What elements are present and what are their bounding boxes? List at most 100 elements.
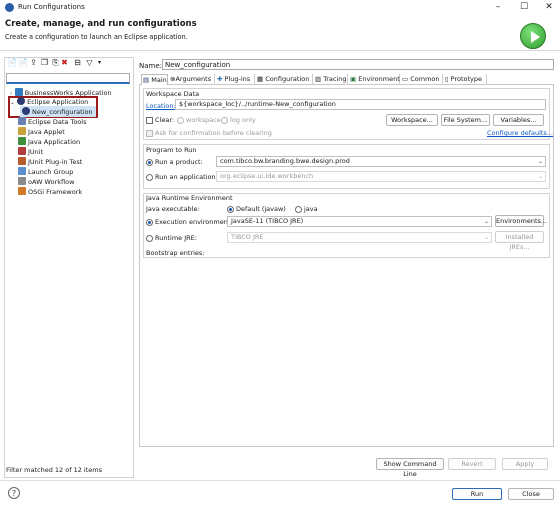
environment-icon: ▣ bbox=[350, 75, 357, 83]
tree-item-junit-plugin-test[interactable]: JUnit Plug-in Test bbox=[18, 157, 82, 167]
bw-icon bbox=[14, 88, 23, 96]
duplicate-icon[interactable]: ❐ bbox=[40, 58, 49, 68]
clear-checkbox[interactable] bbox=[146, 117, 153, 124]
filter-input[interactable] bbox=[6, 73, 130, 84]
configuration-icon: ▦ bbox=[257, 75, 264, 83]
tree-item-java-application[interactable]: Java Application bbox=[18, 137, 80, 147]
run-button[interactable]: Run bbox=[452, 488, 502, 500]
file-system-button[interactable]: File System... bbox=[441, 114, 490, 126]
tab-configuration[interactable]: ▦ Configuration bbox=[256, 74, 313, 85]
tab-common[interactable]: ▭ Common bbox=[401, 74, 443, 85]
location-field[interactable]: ${workspace_loc}/../runtime-New_configur… bbox=[175, 99, 546, 110]
link-prototype-icon[interactable]: ⎘ bbox=[51, 58, 60, 68]
new-config-icon[interactable]: 📄 bbox=[7, 58, 17, 68]
run-application-radio[interactable] bbox=[146, 174, 153, 181]
tab-plugins[interactable]: ✚ Plug-ins bbox=[216, 74, 255, 85]
execution-env-label: Execution environment: bbox=[155, 218, 233, 226]
osgi-icon bbox=[18, 187, 26, 195]
common-icon: ▭ bbox=[402, 75, 409, 83]
java-executable-label: Java executable: bbox=[146, 205, 200, 213]
collapse-all-icon[interactable]: ⊟ bbox=[73, 58, 82, 68]
workspace-radio-label: workspace bbox=[186, 116, 221, 124]
runtime-jre-radio[interactable] bbox=[146, 235, 153, 242]
java-label: java bbox=[304, 205, 318, 213]
oaw-icon bbox=[18, 177, 26, 185]
new-prototype-icon[interactable]: 📄 bbox=[18, 58, 28, 68]
collapse-icon[interactable]: ⌄ bbox=[10, 99, 15, 106]
delete-icon[interactable]: ✖ bbox=[60, 58, 69, 68]
log-only-radio[interactable] bbox=[221, 117, 228, 124]
tree-item-eclipse-data-tools[interactable]: Eclipse Data Tools bbox=[18, 117, 86, 127]
tree-item-osgi-framework[interactable]: OSGi Framework bbox=[18, 187, 82, 197]
tree-item-launch-group[interactable]: Launch Group bbox=[18, 167, 73, 177]
name-label: Name: bbox=[139, 62, 163, 70]
prototype-icon: ▯ bbox=[445, 75, 449, 83]
log-only-label: log only bbox=[230, 116, 256, 124]
runtime-jre-dropdown-icon[interactable]: ⌄ bbox=[484, 234, 489, 241]
tab-main[interactable]: ▤ Main bbox=[141, 74, 168, 85]
tab-tracing[interactable]: ▥ Tracing bbox=[314, 74, 348, 85]
revert-button[interactable]: Revert bbox=[448, 458, 496, 470]
tree-item-junit[interactable]: JUnit bbox=[18, 147, 43, 157]
expand-icon[interactable]: › bbox=[10, 89, 13, 97]
maximize-button[interactable]: ☐ bbox=[513, 1, 535, 13]
ask-confirmation-label: Ask for confirmation before clearing bbox=[155, 129, 272, 137]
environments-button[interactable]: Environments... bbox=[495, 215, 547, 227]
tab-environment[interactable]: ▣ Environment bbox=[349, 74, 400, 85]
eclipse-icon bbox=[22, 107, 30, 115]
apply-button[interactable]: Apply bbox=[502, 458, 548, 470]
application-dropdown-icon[interactable]: ⌄ bbox=[538, 173, 543, 180]
tree-item-eclipse-application[interactable]: ⌄ Eclipse Application bbox=[10, 97, 88, 107]
export-icon[interactable]: ⇪ bbox=[29, 58, 38, 68]
tab-arguments[interactable]: ⊗Arguments bbox=[169, 74, 215, 85]
execution-env-select[interactable]: JavaSE-11 (TIBCO JRE) bbox=[227, 216, 492, 227]
program-group-title: Program to Run bbox=[146, 146, 197, 154]
run-product-radio[interactable] bbox=[146, 159, 153, 166]
variables-button[interactable]: Variables... bbox=[493, 114, 544, 126]
installed-jres-button[interactable]: Installed JREs... bbox=[495, 231, 544, 251]
jre-group-title: Java Runtime Environment bbox=[146, 194, 233, 202]
filter-icon[interactable]: ▽ bbox=[85, 58, 94, 68]
runtime-jre-select[interactable]: TIBCO JRE bbox=[227, 232, 492, 243]
tracing-icon: ▥ bbox=[315, 75, 322, 83]
junit-icon bbox=[18, 147, 26, 155]
applet-icon bbox=[18, 127, 26, 135]
tree-item-oaw-workflow[interactable]: oAW Workflow bbox=[18, 177, 74, 187]
workspace-group-title: Workspace Data bbox=[146, 90, 200, 98]
show-command-line-button[interactable]: Show Command Line bbox=[376, 458, 444, 478]
window-title: Run Configurations bbox=[18, 3, 85, 11]
plugins-icon: ✚ bbox=[217, 75, 223, 83]
application-select[interactable]: org.eclipse.ui.ide.workbench bbox=[216, 171, 546, 182]
clear-label: Clear: bbox=[155, 116, 175, 124]
location-link[interactable]: Location: bbox=[146, 102, 176, 110]
default-javaw-radio[interactable] bbox=[227, 206, 234, 213]
execution-env-radio[interactable] bbox=[146, 219, 153, 226]
tree-item-java-applet[interactable]: Java Applet bbox=[18, 127, 65, 137]
workspace-button[interactable]: Workspace... bbox=[386, 114, 438, 126]
dialog-subtitle: Create a configuration to launch an Ecli… bbox=[5, 33, 188, 41]
junit-plugin-icon bbox=[18, 157, 26, 165]
name-input[interactable]: New_configuration bbox=[162, 59, 554, 70]
launch-group-icon bbox=[18, 167, 26, 175]
run-banner-icon bbox=[520, 23, 546, 49]
tab-prototype[interactable]: ▯ Prototype bbox=[444, 74, 487, 85]
run-product-label: Run a product: bbox=[155, 158, 203, 166]
close-window-button[interactable]: ✕ bbox=[538, 1, 560, 13]
ask-confirmation-checkbox[interactable] bbox=[146, 130, 153, 137]
filter-menu-icon[interactable]: ▾ bbox=[95, 58, 104, 68]
execution-env-dropdown-icon[interactable]: ⌄ bbox=[484, 218, 489, 225]
eclipse-icon bbox=[17, 97, 26, 105]
runtime-jre-label: Runtime JRE: bbox=[155, 234, 197, 242]
close-button[interactable]: Close bbox=[508, 488, 554, 500]
java-radio[interactable] bbox=[295, 206, 302, 213]
filter-status: Filter matched 12 of 12 items bbox=[6, 466, 102, 474]
java-app-icon bbox=[18, 137, 26, 145]
product-dropdown-icon[interactable]: ⌄ bbox=[538, 158, 543, 165]
help-icon[interactable]: ? bbox=[8, 487, 20, 499]
product-select[interactable]: com.tibco.bw.branding.bwe.design.prod bbox=[216, 156, 546, 167]
minimize-button[interactable]: – bbox=[487, 1, 509, 13]
tree-item-new-configuration[interactable]: New_configuration bbox=[22, 107, 93, 117]
main-tab-icon: ▤ bbox=[143, 76, 150, 84]
workspace-radio[interactable] bbox=[177, 117, 184, 124]
configure-defaults-link[interactable]: Configure defaults... bbox=[487, 129, 553, 137]
